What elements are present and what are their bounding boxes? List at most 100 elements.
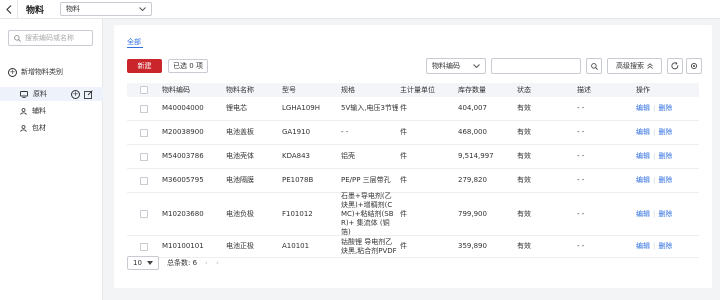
delete-link[interactable]: 删除 — [658, 242, 672, 250]
divider: | — [653, 209, 656, 218]
settings-button[interactable] — [686, 58, 702, 74]
cell-name: 电池盖板 — [226, 128, 254, 136]
row-checkbox[interactable] — [139, 210, 148, 218]
divider: | — [653, 242, 656, 250]
table-row: M10203680 电池负极 F101012 石墨+导电剂(乙炔黑)+增稠剂(C… — [127, 192, 699, 236]
module-select-value: 物料 — [66, 5, 81, 13]
edit-icon[interactable] — [84, 89, 93, 99]
table-row: M40004000 锂电芯 LGHA109H 5V输入,电压3节锂电 件 404… — [127, 97, 699, 121]
row-checkbox-cell — [127, 242, 160, 251]
materials-table: 物料编码 物料名称 型号 规格 主计量单位 库存数量 状态 描述 操作 M400… — [127, 83, 699, 258]
user-icon — [20, 107, 27, 115]
tree-item-raw-material[interactable]: 原料 + — [0, 87, 103, 101]
cell-stock: 279,820 — [458, 176, 487, 184]
cell-code: M10100101 — [162, 242, 204, 250]
cell-actions: 编辑 | 删除 — [634, 104, 699, 113]
column-header: 物料编码 — [162, 85, 190, 94]
column-header: 描述 — [577, 85, 591, 94]
cell-code: M20038900 — [162, 128, 204, 136]
category-sidebar: 搜索编码或名称 + 新增物料类别 原料 + 辅料 包材 — [0, 19, 103, 300]
delete-link[interactable]: 删除 — [658, 128, 672, 136]
column-header: 状态 — [517, 85, 531, 94]
add-subcategory-icon[interactable]: + — [71, 89, 80, 99]
edit-link[interactable]: 编辑 — [636, 242, 650, 250]
filter-search-input[interactable] — [491, 58, 581, 74]
cell-code: M40004000 — [162, 104, 204, 112]
page-size-value: 10 — [133, 259, 142, 267]
new-button[interactable]: 新建 — [127, 59, 162, 73]
cell-stock: 799,900 — [458, 209, 487, 218]
search-icon — [590, 62, 598, 70]
caret-down-icon — [147, 261, 153, 265]
cell-description: - - — [577, 128, 585, 136]
tree-item-auxiliary[interactable]: 辅料 — [0, 104, 103, 118]
prev-page-icon[interactable]: ‹ — [205, 259, 208, 267]
cell-spec: 铝壳 — [341, 152, 355, 160]
cell-actions: 编辑 | 删除 — [634, 210, 699, 219]
search-button[interactable] — [586, 58, 602, 74]
module-select[interactable]: 物料 — [60, 2, 153, 16]
tab-indicator — [127, 47, 143, 48]
delete-link[interactable]: 删除 — [658, 210, 672, 218]
refresh-button[interactable] — [667, 58, 683, 74]
edit-link[interactable]: 编辑 — [636, 128, 650, 136]
cell-model: PE1078B — [282, 176, 314, 184]
cell-unit: 件 — [400, 128, 407, 136]
cell-model: GA1910 — [282, 128, 311, 136]
chevron-left-icon — [5, 4, 11, 14]
page-title: 物料 — [26, 5, 45, 16]
cell-stock: 9,514,997 — [458, 152, 494, 160]
delete-link[interactable]: 删除 — [658, 176, 672, 184]
column-header: 主计量单位 — [400, 85, 435, 94]
advanced-search-button[interactable]: 高级搜索 — [607, 58, 662, 74]
back-button[interactable] — [0, 0, 18, 19]
category-search-input[interactable]: 搜索编码或名称 — [8, 30, 93, 46]
pagination: 10 总条数: 6 ‹ › — [127, 256, 219, 270]
divider: | — [653, 176, 656, 184]
row-checkbox[interactable] — [139, 104, 148, 113]
filter-field-select[interactable]: 物料编码 — [426, 58, 486, 74]
tab-all[interactable]: 全部 — [127, 37, 141, 47]
column-header: 操作 — [636, 85, 650, 94]
row-checkbox[interactable] — [139, 152, 148, 161]
cell-name: 电池负极 — [226, 209, 254, 218]
search-icon — [14, 34, 21, 42]
edit-link[interactable]: 编辑 — [636, 104, 650, 112]
delete-link[interactable]: 删除 — [658, 152, 672, 160]
cell-spec: 5V输入,电压3节锂电 — [341, 104, 398, 112]
table-row: M36005795 电池隔膜 PE1078B PE/PP 三层带孔 件 279,… — [127, 169, 699, 193]
row-checkbox[interactable] — [139, 128, 148, 137]
next-page-icon[interactable]: › — [216, 259, 219, 267]
cell-stock: 468,000 — [458, 128, 487, 136]
total-count: 总条数: 6 — [167, 259, 198, 267]
row-checkbox-cell — [127, 176, 160, 185]
divider: | — [653, 128, 656, 136]
row-checkbox-cell — [127, 210, 160, 218]
cell-spec: - - — [341, 128, 349, 136]
column-header: 规格 — [341, 85, 355, 94]
cell-name: 电池正极 — [226, 242, 254, 250]
cell-unit: 件 — [400, 209, 407, 218]
edit-link[interactable]: 编辑 — [636, 210, 650, 218]
select-all-checkbox[interactable] — [139, 86, 148, 94]
tree-item-packaging[interactable]: 包材 — [0, 121, 103, 135]
cell-status: 有效 — [517, 209, 531, 218]
cell-actions: 编辑 | 删除 — [634, 176, 699, 185]
top-bar: 物料 物料 — [0, 0, 720, 19]
cell-description: - - — [577, 152, 585, 160]
cell-spec: 钴酸锂 导电剂乙炔黑,粘合剂PVDF — [341, 237, 397, 255]
plus-circle-icon: + — [8, 67, 17, 77]
cell-spec: PE/PP 三层带孔 — [341, 176, 391, 184]
delete-link[interactable]: 删除 — [658, 104, 672, 112]
cell-code: M36005795 — [162, 176, 204, 184]
table-header: 物料编码 物料名称 型号 规格 主计量单位 库存数量 状态 描述 操作 — [127, 83, 699, 97]
edit-link[interactable]: 编辑 — [636, 176, 650, 184]
row-checkbox[interactable] — [139, 176, 148, 185]
page-size-select[interactable]: 10 — [127, 256, 159, 270]
new-category-button[interactable]: + 新增物料类别 — [8, 67, 63, 77]
edit-link[interactable]: 编辑 — [636, 152, 650, 160]
selected-count-button[interactable]: 已选 0 项 — [168, 59, 208, 73]
row-checkbox[interactable] — [139, 242, 148, 251]
cell-status: 有效 — [517, 176, 531, 184]
cell-name: 锂电芯 — [226, 104, 247, 112]
